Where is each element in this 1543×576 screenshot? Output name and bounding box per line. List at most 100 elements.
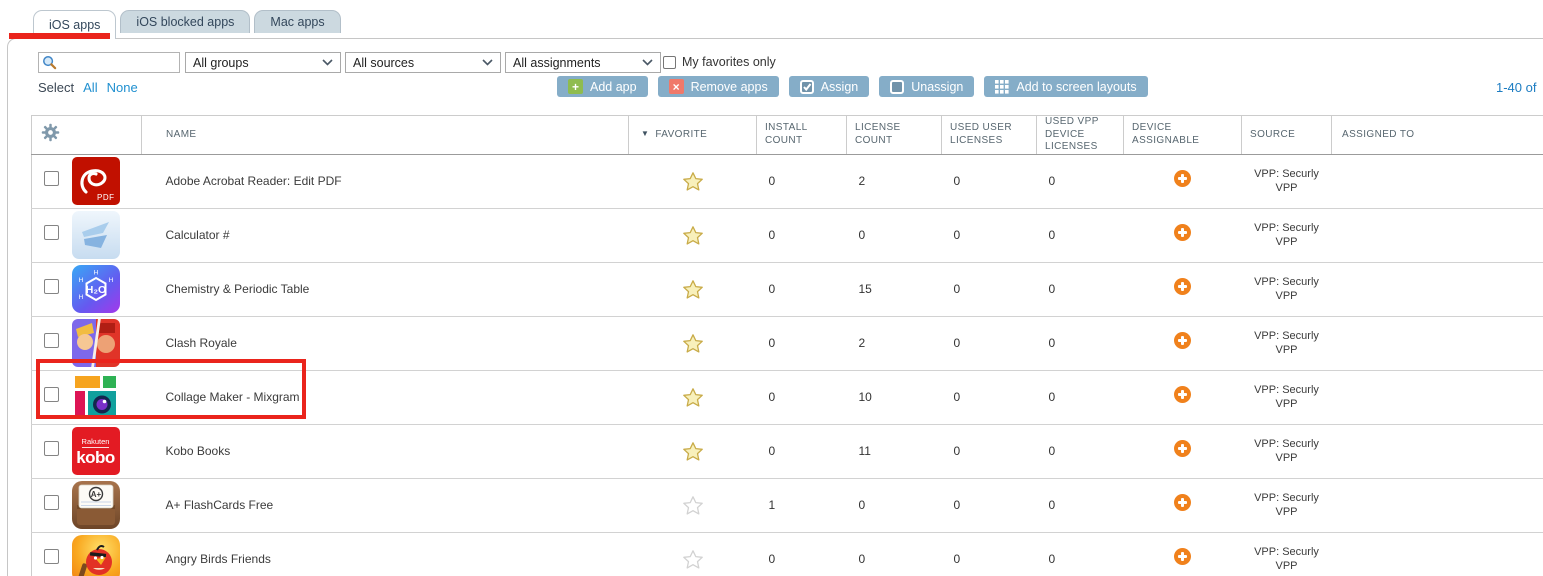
- add-to-screen-layouts-label: Add to screen layouts: [1016, 79, 1137, 94]
- flashcards-icon: A+: [71, 481, 120, 529]
- device-assignable-cell: [1123, 478, 1242, 533]
- install-count-value: 0: [756, 316, 847, 371]
- device-assignable-cell: [1123, 316, 1242, 371]
- table-row: PDF Adobe Acrobat Reader: Edit PDF 0 2 0…: [31, 154, 1543, 209]
- favorite-cell: [628, 478, 757, 533]
- column-used-vpp-device-licenses[interactable]: USED VPP DEVICE LICENSES: [1036, 115, 1124, 155]
- select-all-link[interactable]: All: [83, 80, 97, 95]
- license-count-value: 2: [846, 154, 942, 209]
- column-source[interactable]: SOURCE: [1241, 115, 1332, 155]
- table-row: Calculator # 0 0 0 0 VPP: Securly VPP: [31, 208, 1543, 263]
- assigned-to-value: [1331, 478, 1543, 533]
- favorite-cell: [628, 154, 757, 209]
- row-checkbox[interactable]: [44, 171, 60, 186]
- action-buttons: + Add app × Remove apps Assign Unassign …: [557, 76, 1148, 97]
- groups-dropdown[interactable]: All groups: [185, 52, 341, 73]
- select-none-link[interactable]: None: [107, 80, 138, 95]
- chevron-down-icon: [322, 59, 333, 66]
- app-icon-cell: [71, 208, 142, 263]
- used-user-licenses-value: 0: [941, 424, 1037, 479]
- row-checkbox[interactable]: [44, 333, 60, 348]
- column-settings-header[interactable]: [31, 115, 142, 155]
- app-name[interactable]: Chemistry & Periodic Table: [141, 262, 629, 317]
- row-checkbox[interactable]: [44, 225, 60, 240]
- column-device-assignable[interactable]: DEVICE ASSIGNABLE: [1123, 115, 1242, 155]
- assign-button[interactable]: Assign: [788, 76, 870, 97]
- svg-text:A+: A+: [90, 490, 101, 499]
- groups-dropdown-value: All groups: [193, 55, 249, 70]
- install-count-value: 0: [756, 262, 847, 317]
- favorite-star-icon[interactable]: [682, 495, 703, 515]
- favorite-star-icon[interactable]: [682, 333, 703, 353]
- tab-mac-apps[interactable]: Mac apps: [254, 10, 341, 33]
- source-value: VPP: Securly VPP: [1241, 154, 1332, 209]
- assignments-dropdown[interactable]: All assignments: [505, 52, 661, 73]
- favorite-star-icon[interactable]: [682, 279, 703, 299]
- favorite-star-icon[interactable]: [682, 225, 703, 245]
- add-app-label: Add app: [590, 79, 637, 94]
- app-name[interactable]: Calculator #: [141, 208, 629, 263]
- install-count-value: 1: [756, 478, 847, 533]
- used-user-licenses-value: 0: [941, 370, 1037, 425]
- app-icon-cell: [71, 532, 142, 576]
- table-row: H₂O H H H H Chemistry & Periodic Table 0 15 …: [31, 262, 1543, 317]
- device-assignable-plus-icon[interactable]: [1174, 386, 1191, 403]
- source-value: VPP: Securly VPP: [1241, 532, 1332, 576]
- row-checkbox[interactable]: [44, 279, 60, 294]
- device-assignable-plus-icon[interactable]: [1174, 278, 1191, 295]
- license-count-value: 11: [846, 424, 942, 479]
- favorite-cell: [628, 370, 757, 425]
- tab-ios-apps-label: iOS apps: [49, 18, 101, 32]
- kobo-icon: Rakuten kobo: [71, 427, 120, 475]
- column-used-user-licenses[interactable]: USED USER LICENSES: [941, 115, 1037, 155]
- app-icon-cell: H₂O H H H H: [71, 262, 142, 317]
- device-assignable-plus-icon[interactable]: [1174, 494, 1191, 511]
- chevron-down-icon: [642, 59, 653, 66]
- column-license-count[interactable]: LICENSE COUNT: [846, 115, 942, 155]
- chemistry-icon: H₂O H H H H: [71, 265, 120, 313]
- device-assignable-plus-icon[interactable]: [1174, 332, 1191, 349]
- remove-apps-button[interactable]: × Remove apps: [657, 76, 779, 97]
- install-count-value: 0: [756, 532, 847, 576]
- used-vpp-device-licenses-value: 0: [1036, 478, 1124, 533]
- row-select-cell: [31, 208, 72, 263]
- app-name[interactable]: Kobo Books: [141, 424, 629, 479]
- apps-table: NAME ▼ FAVORITE INSTALL COUNT LICENSE COU…: [31, 115, 1543, 576]
- app-name[interactable]: Adobe Acrobat Reader: Edit PDF: [141, 154, 629, 209]
- favorite-star-icon[interactable]: [682, 441, 703, 461]
- license-count-value: 2: [846, 316, 942, 371]
- favorite-cell: [628, 208, 757, 263]
- column-assigned-to[interactable]: ASSIGNED TO: [1331, 115, 1543, 155]
- annotation-tab-underline: [9, 33, 110, 39]
- add-to-screen-layouts-button[interactable]: Add to screen layouts: [984, 76, 1148, 97]
- add-app-button[interactable]: + Add app: [557, 76, 648, 97]
- row-checkbox[interactable]: [44, 549, 60, 564]
- source-value: VPP: Securly VPP: [1241, 262, 1332, 317]
- row-checkbox[interactable]: [44, 441, 60, 456]
- favorite-star-icon[interactable]: [682, 171, 703, 191]
- used-user-licenses-value: 0: [941, 208, 1037, 263]
- search-input[interactable]: [38, 52, 180, 73]
- column-favorite[interactable]: ▼ FAVORITE: [628, 115, 757, 155]
- assigned-to-value: [1331, 424, 1543, 479]
- table-header-row: NAME ▼ FAVORITE INSTALL COUNT LICENSE COU…: [31, 115, 1543, 155]
- assign-label: Assign: [820, 79, 859, 94]
- device-assignable-plus-icon[interactable]: [1174, 548, 1191, 565]
- column-name[interactable]: NAME: [141, 115, 629, 155]
- device-assignable-cell: [1123, 154, 1242, 209]
- app-name[interactable]: Angry Birds Friends: [141, 532, 629, 576]
- device-assignable-plus-icon[interactable]: [1174, 170, 1191, 187]
- svg-text:H: H: [93, 270, 98, 277]
- plus-icon: +: [568, 79, 583, 94]
- favorite-star-icon[interactable]: [682, 549, 703, 569]
- sources-dropdown[interactable]: All sources: [345, 52, 501, 73]
- app-name[interactable]: A+ FlashCards Free: [141, 478, 629, 533]
- tab-ios-blocked-apps[interactable]: iOS blocked apps: [120, 10, 251, 33]
- device-assignable-plus-icon[interactable]: [1174, 440, 1191, 457]
- column-install-count[interactable]: INSTALL COUNT: [756, 115, 847, 155]
- favorite-star-icon[interactable]: [682, 387, 703, 407]
- device-assignable-plus-icon[interactable]: [1174, 224, 1191, 241]
- unassign-button[interactable]: Unassign: [879, 76, 975, 97]
- my-favorites-checkbox[interactable]: [663, 55, 676, 69]
- row-checkbox[interactable]: [44, 495, 60, 510]
